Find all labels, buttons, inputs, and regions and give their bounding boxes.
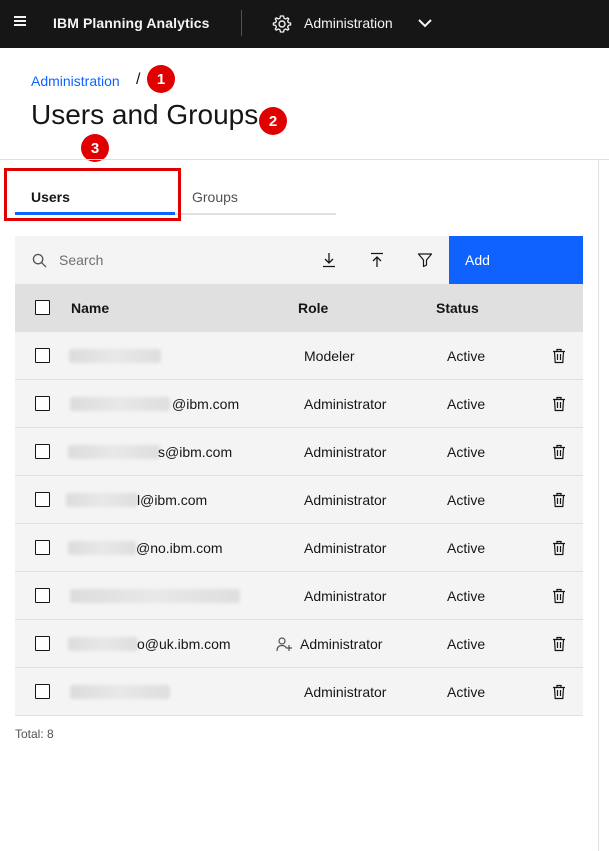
row-status: Active	[447, 492, 486, 508]
row-status: Active	[447, 636, 486, 652]
row-name: s@ibm.com	[158, 444, 233, 460]
redacted-name	[68, 445, 160, 459]
row-role: Administrator	[304, 396, 387, 412]
redacted-name	[70, 589, 240, 603]
search-input[interactable]	[59, 236, 309, 284]
add-button[interactable]: Add	[449, 236, 583, 284]
table-row[interactable]: s@ibm.com Administrator Active	[15, 428, 583, 476]
redacted-name	[70, 397, 170, 411]
redacted-name	[70, 685, 170, 699]
trash-icon[interactable]	[552, 588, 566, 604]
redacted-name	[69, 349, 161, 363]
row-name: l@ibm.com	[137, 492, 208, 508]
table-toolbar: Add	[15, 236, 583, 284]
table-row[interactable]: Administrator Active	[15, 668, 583, 716]
table-row[interactable]: @no.ibm.com Administrator Active	[15, 524, 583, 572]
trash-icon[interactable]	[552, 396, 566, 412]
gear-icon	[272, 15, 292, 33]
hamburger-menu-icon[interactable]	[14, 16, 28, 30]
row-role: Administrator	[304, 492, 387, 508]
row-status: Active	[447, 396, 486, 412]
header-divider	[241, 10, 242, 36]
row-status: Active	[447, 684, 486, 700]
row-checkbox[interactable]	[35, 684, 50, 699]
row-status: Active	[447, 588, 486, 604]
row-checkbox[interactable]	[35, 540, 50, 555]
product-name[interactable]: IBM Planning Analytics	[53, 15, 209, 31]
table-row[interactable]: @ibm.com Administrator Active	[15, 380, 583, 428]
trash-icon[interactable]	[552, 636, 566, 652]
redacted-name	[66, 493, 138, 507]
total-count: Total: 8	[15, 727, 54, 741]
row-status: Active	[447, 348, 486, 364]
table-row[interactable]: l@ibm.com Administrator Active	[15, 476, 583, 524]
annotation-marker-2: 2	[259, 107, 287, 135]
row-role: Administrator	[304, 684, 387, 700]
row-name: @ibm.com	[172, 396, 240, 412]
tab-groups-label: Groups	[192, 189, 238, 205]
breadcrumb-separator: /	[136, 71, 141, 88]
row-checkbox[interactable]	[35, 444, 50, 459]
trash-icon[interactable]	[552, 444, 566, 460]
trash-icon[interactable]	[552, 540, 566, 556]
row-name: o@uk.ibm.com	[137, 636, 231, 652]
tab-groups[interactable]: Groups	[192, 176, 336, 216]
row-checkbox[interactable]	[35, 636, 50, 651]
table-row[interactable]: o@uk.ibm.com Administrator Active	[15, 620, 583, 668]
user-admin-icon	[276, 637, 292, 652]
select-all-checkbox[interactable]	[35, 300, 50, 315]
column-header-role[interactable]: Role	[298, 300, 328, 316]
column-header-status[interactable]: Status	[436, 300, 479, 316]
table-row[interactable]: Modeler Active	[15, 332, 583, 380]
row-status: Active	[447, 540, 486, 556]
annotation-highlight-box	[4, 168, 181, 221]
trash-icon[interactable]	[552, 492, 566, 508]
row-checkbox[interactable]	[35, 588, 50, 603]
row-status: Active	[447, 444, 486, 460]
row-checkbox[interactable]	[35, 348, 50, 363]
page-title: Users and Groups	[31, 99, 259, 130]
row-role: Administrator	[304, 588, 387, 604]
table-row[interactable]: Administrator Active	[15, 572, 583, 620]
row-role: Administrator	[304, 540, 387, 556]
column-header-name[interactable]: Name	[71, 300, 109, 316]
context-menu-label[interactable]: Administration	[304, 15, 393, 31]
redacted-name	[68, 637, 138, 651]
annotation-marker-1: 1	[147, 65, 175, 93]
panel-divider-line	[598, 160, 599, 851]
top-bar: IBM Planning Analytics Administration	[0, 0, 609, 48]
row-name: @no.ibm.com	[136, 540, 223, 556]
row-checkbox[interactable]	[35, 492, 50, 507]
breadcrumb-administration-link[interactable]: Administration	[31, 73, 120, 89]
search-icon	[32, 253, 47, 268]
row-role: Administrator	[300, 636, 383, 652]
trash-icon[interactable]	[552, 348, 566, 364]
row-role: Administrator	[304, 444, 387, 460]
row-role: Modeler	[304, 348, 355, 364]
upload-icon[interactable]	[369, 252, 385, 268]
annotation-marker-3: 3	[81, 134, 109, 162]
header-divider-line	[0, 159, 609, 160]
download-icon[interactable]	[321, 252, 337, 268]
row-checkbox[interactable]	[35, 396, 50, 411]
chevron-down-icon[interactable]	[417, 15, 433, 31]
filter-icon[interactable]	[417, 252, 433, 268]
trash-icon[interactable]	[552, 684, 566, 700]
table-header: Name Role Status	[15, 284, 583, 332]
redacted-name	[68, 541, 136, 555]
